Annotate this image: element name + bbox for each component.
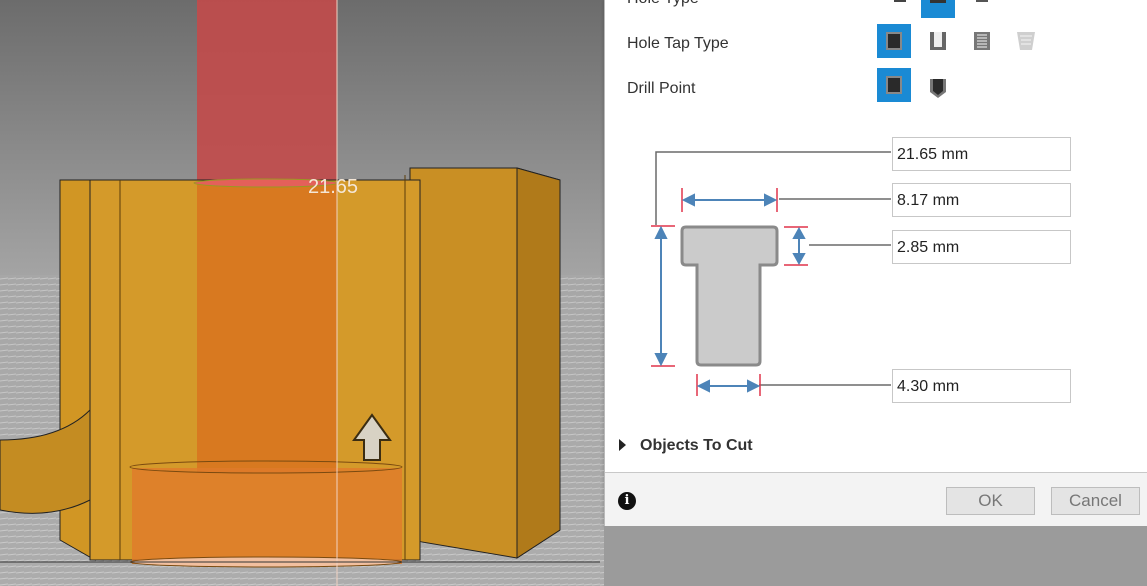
ok-button[interactable]: OK <box>946 487 1035 515</box>
hole-dialog-panel: Hole Type Hole Tap Type Drill Point <box>604 0 1147 527</box>
objects-to-cut-label: Objects To Cut <box>640 437 753 454</box>
diameter-field[interactable]: 4.30 mm <box>892 369 1071 403</box>
counterbore-depth-field[interactable]: 2.85 mm <box>892 230 1071 264</box>
counterbore-diameter-field[interactable]: 8.17 mm <box>892 183 1071 217</box>
viewport-background-lower <box>604 526 1147 586</box>
info-icon[interactable]: i <box>618 492 636 510</box>
drill-point-label: Drill Point <box>627 80 696 97</box>
simple-tap-icon[interactable] <box>877 24 911 58</box>
dialog-footer: i OK Cancel <box>605 472 1147 527</box>
depth-readout: 21.65 <box>308 176 359 198</box>
hole-type-counterbore-button[interactable] <box>921 0 955 18</box>
3d-viewport[interactable]: 21.65 <box>0 0 604 586</box>
hole-section-diagram <box>651 151 891 396</box>
objects-to-cut-section[interactable]: Objects To Cut <box>619 437 753 455</box>
hole-tap-type-label: Hole Tap Type <box>627 35 729 52</box>
angled-drill-point-icon[interactable] <box>921 71 955 105</box>
taper-tapped-icon[interactable] <box>1009 24 1043 58</box>
tapped-icon[interactable] <box>965 24 999 58</box>
clearance-tap-icon[interactable] <box>921 24 955 58</box>
flat-drill-point-icon[interactable] <box>877 68 911 102</box>
hole-type-countersink-button[interactable] <box>965 0 999 19</box>
hole-type-label: Hole Type <box>627 0 699 8</box>
cancel-button[interactable]: Cancel <box>1051 487 1140 515</box>
expand-triangle-icon <box>619 439 626 451</box>
depth-field[interactable]: 21.65 mm <box>892 137 1071 171</box>
hole-type-simple-button[interactable] <box>883 0 917 19</box>
model-view[interactable] <box>0 0 604 586</box>
